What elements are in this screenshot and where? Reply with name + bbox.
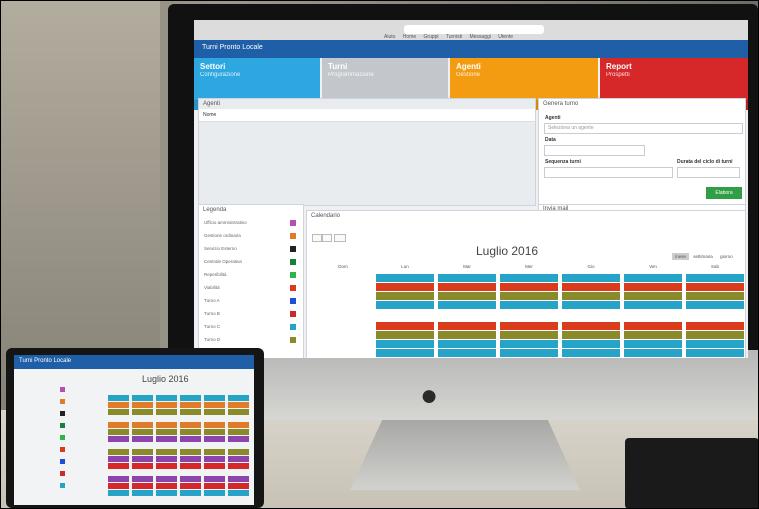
image-border bbox=[0, 0, 759, 509]
